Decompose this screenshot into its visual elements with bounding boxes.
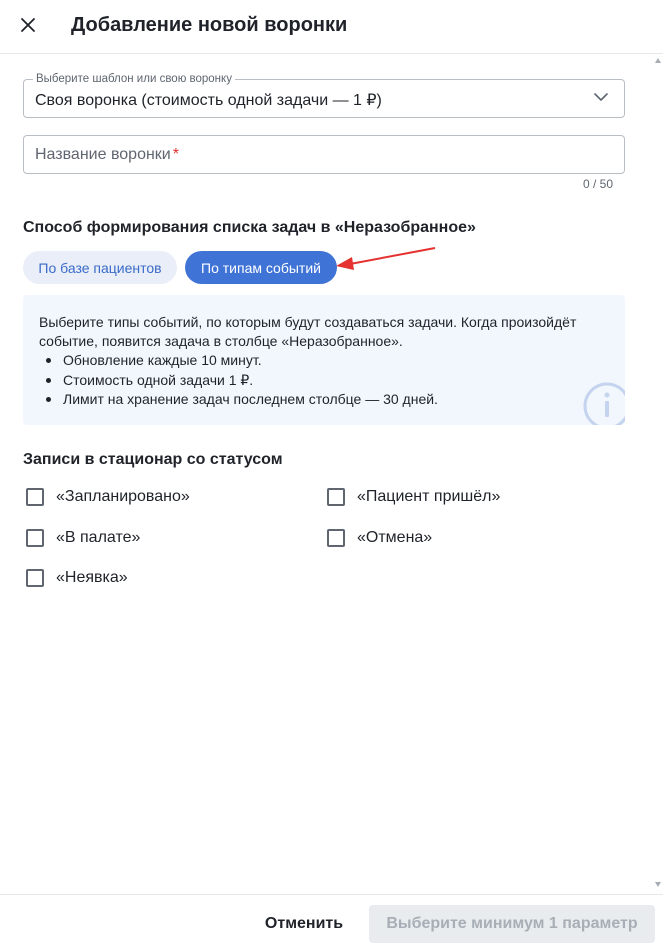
info-item: Лимит на хранение задач последнем столбц… — [46, 390, 438, 410]
checkbox-box[interactable] — [26, 488, 44, 506]
modal-title: Добавление новой воронки — [71, 14, 348, 36]
checkbox-cancelled[interactable]: «Отмена» — [327, 529, 432, 547]
close-icon — [21, 18, 35, 32]
checkbox-box[interactable] — [26, 529, 44, 547]
info-icon — [583, 382, 625, 425]
funnel-name-input[interactable]: Название воронки * — [23, 135, 625, 174]
required-mark: * — [172, 146, 179, 163]
checkbox-patient-arrived[interactable]: «Пациент пришёл» — [327, 488, 500, 506]
chip-patient-base[interactable]: По базе пациентов — [23, 251, 177, 284]
checkbox-label: «В палате» — [56, 529, 141, 546]
checkbox-box[interactable] — [327, 488, 345, 506]
checkbox-no-show[interactable]: «Неявка» — [26, 569, 128, 587]
checkbox-label: «Запланировано» — [56, 488, 190, 505]
method-section-title: Способ формирования списка задач в «Нера… — [23, 219, 476, 236]
close-button[interactable] — [14, 11, 42, 39]
info-text: Выберите типы событий, по которым будут … — [39, 314, 577, 349]
template-select[interactable]: Выберите шаблон или свою воронку Своя во… — [23, 72, 625, 118]
info-list: Обновление каждые 10 минут. Стоимость од… — [46, 351, 438, 410]
modal-footer: Отменить Выберите минимум 1 параметр — [0, 894, 663, 947]
checkbox-planned[interactable]: «Запланировано» — [26, 488, 190, 506]
status-section-title: Записи в стационар со статусом — [23, 451, 283, 468]
checkbox-label: «Отмена» — [357, 529, 433, 546]
chip-event-types[interactable]: По типам событий — [185, 251, 337, 284]
modal-header: Добавление новой воронки — [0, 0, 663, 54]
annotation-arrow — [336, 247, 436, 270]
funnel-name-placeholder: Название воронки * — [35, 146, 179, 163]
chevron-down-icon — [594, 93, 608, 101]
checkbox-box[interactable] — [327, 529, 345, 547]
template-select-legend: Выберите шаблон или свою воронку — [33, 72, 235, 86]
checkbox-label: «Неявка» — [56, 569, 128, 586]
char-counter: 0 / 50 — [582, 177, 613, 191]
scroll-up-arrow[interactable] — [655, 58, 661, 63]
info-item: Стоимость одной задачи 1 ₽. — [46, 371, 438, 391]
checkbox-label: «Пациент пришёл» — [357, 488, 501, 505]
scroll-down-arrow[interactable] — [655, 882, 661, 887]
cancel-button[interactable]: Отменить — [253, 907, 355, 941]
checkbox-in-ward[interactable]: «В палате» — [26, 529, 140, 547]
info-item: Обновление каждые 10 минут. — [46, 351, 438, 371]
checkbox-box[interactable] — [26, 569, 44, 587]
info-box: Выберите типы событий, по которым будут … — [23, 295, 625, 425]
submit-button[interactable]: Выберите минимум 1 параметр — [369, 905, 655, 943]
template-select-value: Своя воронка (стоимость одной задачи — 1… — [35, 92, 382, 109]
